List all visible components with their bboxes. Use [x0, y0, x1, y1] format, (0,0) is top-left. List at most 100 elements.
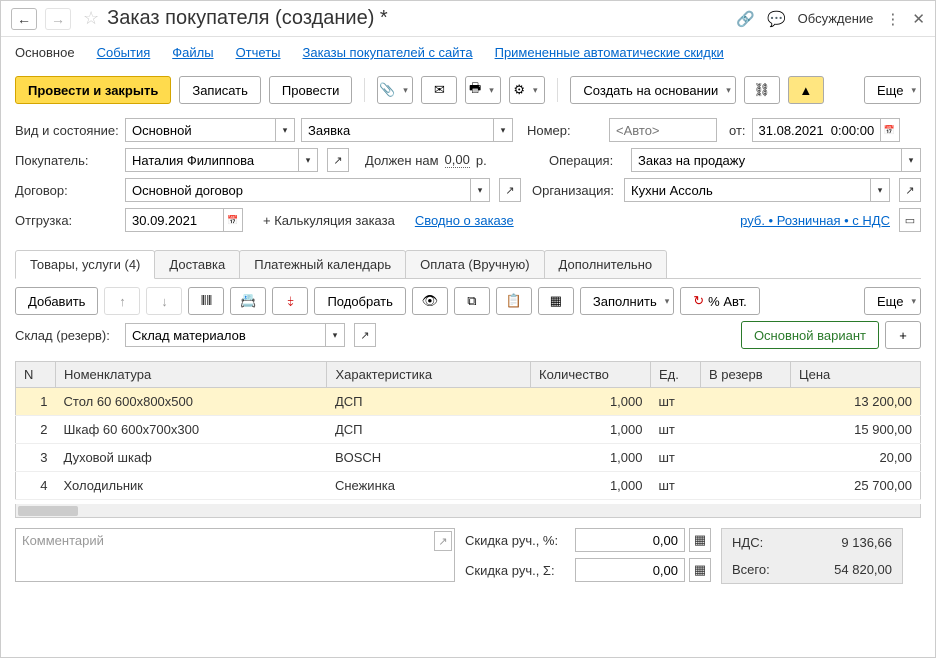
refresh-auto-pct-button[interactable]: ↻ % Авт. [680, 287, 760, 315]
discount-pct-input[interactable] [575, 528, 685, 552]
table-row[interactable]: 3Духовой шкафBOSCH1,000шт20,00 [16, 444, 921, 472]
buyer-open-button[interactable]: ↗ [327, 148, 349, 172]
nav-files[interactable]: Файлы [172, 45, 213, 60]
col-unit[interactable]: Ед. [651, 362, 701, 388]
table-row[interactable]: 1Стол 60 600х800х500ДСП1,000шт13 200,00 [16, 388, 921, 416]
discount-pct-label: Скидка руч., %: [465, 533, 571, 548]
contract-open-button[interactable]: ↗ [499, 178, 521, 202]
table-row[interactable]: 4ХолодильникСнежинка1,000шт25 700,00 [16, 472, 921, 500]
type-dropdown[interactable]: ▾ [275, 118, 295, 142]
number-input[interactable] [609, 118, 717, 142]
col-reserve[interactable]: В резерв [701, 362, 791, 388]
email-button[interactable]: ✉ [421, 76, 457, 104]
col-item[interactable]: Номенклатура [56, 362, 327, 388]
add-row-button[interactable]: Добавить [15, 287, 98, 315]
paste-button[interactable]: 📋 [496, 287, 532, 315]
close-icon[interactable]: ✕ [912, 10, 925, 28]
favorite-star-icon[interactable]: ☆ [83, 8, 99, 29]
create-based-button[interactable]: Создать на основании [570, 76, 735, 104]
type-input[interactable] [125, 118, 275, 142]
state-input[interactable] [301, 118, 493, 142]
discount-sum-calc-button[interactable]: ▦ [689, 558, 711, 582]
org-open-button[interactable]: ↗ [899, 178, 921, 202]
kebab-menu-icon[interactable]: ⋮ [885, 10, 900, 28]
structure-button[interactable]: ⛓ [744, 76, 780, 104]
date-input[interactable] [752, 118, 880, 142]
date-calendar-button[interactable]: 📅 [880, 118, 900, 142]
settings-button[interactable]: ⚙ [509, 76, 545, 104]
buyer-dropdown[interactable]: ▾ [298, 148, 318, 172]
discuss-icon[interactable]: 💬 [767, 10, 786, 28]
operation-dropdown[interactable]: ▾ [901, 148, 921, 172]
contract-dropdown[interactable]: ▾ [470, 178, 490, 202]
currency-price-link[interactable]: руб. • Розничная • с НДС [740, 213, 890, 228]
goods-table[interactable]: N Номенклатура Характеристика Количество… [15, 361, 921, 500]
org-dropdown[interactable]: ▾ [870, 178, 890, 202]
barcode-button[interactable]: ⦀⦀ [188, 287, 224, 315]
tab-delivery[interactable]: Доставка [154, 250, 240, 278]
col-char[interactable]: Характеристика [327, 362, 531, 388]
tab-pay-calendar[interactable]: Платежный календарь [239, 250, 406, 278]
envelope-icon: ✉ [434, 82, 445, 98]
main-variant-button[interactable]: Основной вариант [741, 321, 879, 349]
table-hscroll[interactable] [15, 504, 921, 518]
scan-button[interactable]: 📇 [230, 287, 266, 315]
post-and-close-button[interactable]: Провести и закрыть [15, 76, 171, 104]
attach-icon: 📎 [379, 82, 395, 98]
debt-value[interactable]: 0,00 [445, 152, 470, 168]
tab-payment[interactable]: Оплата (Вручную) [405, 250, 544, 278]
link-icon[interactable]: 🔗 [736, 10, 755, 28]
import-button[interactable]: ⤈ [272, 287, 308, 315]
buyer-input[interactable] [125, 148, 298, 172]
discuss-label[interactable]: Обсуждение [798, 11, 874, 26]
tab-goods[interactable]: Товары, услуги (4) [15, 250, 155, 279]
view-button[interactable]: 👁 [412, 287, 448, 315]
col-qty[interactable]: Количество [531, 362, 651, 388]
comment-textarea[interactable]: Комментарий ↗ [15, 528, 455, 582]
gear-icon: ⚙ [513, 82, 525, 98]
contract-input[interactable] [125, 178, 470, 202]
warehouse-input[interactable] [125, 323, 325, 347]
nav-auto-discounts[interactable]: Примененные автоматические скидки [495, 45, 724, 60]
pick-button[interactable]: Подобрать [314, 287, 405, 315]
nav-site-orders[interactable]: Заказы покупателей с сайта [303, 45, 473, 60]
comment-expand-button[interactable]: ↗ [434, 531, 452, 551]
currency-settings-button[interactable]: ▭ [899, 208, 921, 232]
table-settings-button[interactable]: ▦ [538, 287, 574, 315]
more-button[interactable]: Еще [864, 76, 921, 104]
print-button[interactable]: 🖶 [465, 76, 501, 104]
warehouse-open-button[interactable]: ↗ [354, 323, 376, 347]
highlight-button[interactable]: ▲ [788, 76, 824, 104]
state-dropdown[interactable]: ▾ [493, 118, 513, 142]
fill-button[interactable]: Заполнить [580, 287, 674, 315]
tab-extra[interactable]: Дополнительно [544, 250, 668, 278]
nav-back-button[interactable]: ← [11, 8, 37, 30]
table-row[interactable]: 2Шкаф 60 600х700х300ДСП1,000шт15 900,00 [16, 416, 921, 444]
shipment-label: Отгрузка: [15, 213, 119, 228]
subtoolbar-more-button[interactable]: Еще [864, 287, 921, 315]
org-input[interactable] [624, 178, 870, 202]
save-button[interactable]: Записать [179, 76, 261, 104]
post-button[interactable]: Провести [269, 76, 353, 104]
table-icon: ▦ [550, 293, 562, 309]
shipment-calendar-button[interactable]: 📅 [223, 208, 243, 232]
nav-events[interactable]: События [97, 45, 151, 60]
shipment-date-input[interactable] [125, 208, 223, 232]
move-down-button[interactable]: ↓ [146, 287, 182, 315]
nav-reports[interactable]: Отчеты [236, 45, 281, 60]
col-n[interactable]: N [16, 362, 56, 388]
operation-input[interactable] [631, 148, 901, 172]
type-state-label: Вид и состояние: [15, 123, 119, 138]
discount-pct-calc-button[interactable]: ▦ [689, 528, 711, 552]
attach-button[interactable]: 📎 [377, 76, 413, 104]
add-variant-button[interactable]: + [885, 321, 921, 349]
nav-main[interactable]: Основное [15, 45, 75, 60]
copy-button[interactable]: ⧉ [454, 287, 490, 315]
move-up-button[interactable]: ↑ [104, 287, 140, 315]
calc-link-label[interactable]: + Калькуляция заказа [263, 213, 395, 228]
summary-link[interactable]: Сводно о заказе [415, 213, 514, 228]
warehouse-dropdown[interactable]: ▾ [325, 323, 345, 347]
nav-forward-button[interactable]: → [45, 8, 71, 30]
col-price[interactable]: Цена [791, 362, 921, 388]
discount-sum-input[interactable] [575, 558, 685, 582]
